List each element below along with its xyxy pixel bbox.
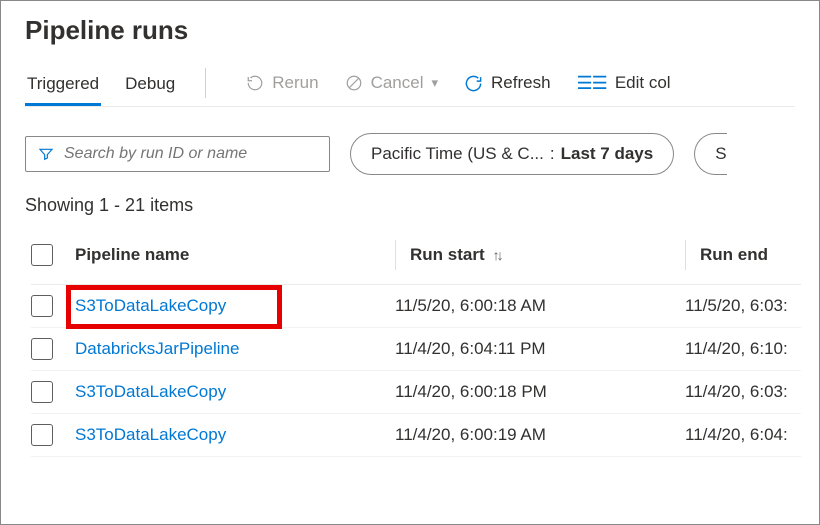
col-run-start[interactable]: Run start ↑↓ bbox=[395, 240, 685, 270]
extra-filter-text: S bbox=[715, 144, 726, 164]
refresh-icon bbox=[464, 74, 483, 93]
timezone-text: Pacific Time (US & C... bbox=[371, 144, 544, 164]
run-start-cell: 11/4/20, 6:00:18 PM bbox=[395, 382, 685, 402]
tabs-toolbar-row: Triggered Debug Rerun Cancel ▾ bbox=[25, 68, 795, 107]
col-run-start-label: Run start bbox=[410, 245, 485, 265]
time-range-filter[interactable]: Pacific Time (US & C... : Last 7 days bbox=[350, 133, 674, 175]
rerun-button[interactable]: Rerun bbox=[246, 73, 318, 93]
chevron-down-icon: ▾ bbox=[431, 75, 438, 91]
cancel-label: Cancel bbox=[371, 73, 424, 93]
tab-debug[interactable]: Debug bbox=[123, 68, 177, 106]
toolbar: Rerun Cancel ▾ Refresh bbox=[246, 73, 670, 102]
search-input[interactable] bbox=[64, 145, 317, 163]
table-header-row: Pipeline name Run start ↑↓ Run end bbox=[31, 240, 801, 285]
filter-icon bbox=[38, 146, 54, 162]
table-row: DatabricksJarPipeline 11/4/20, 6:04:11 P… bbox=[31, 328, 801, 371]
edit-columns-button[interactable]: ☰☰ Edit col bbox=[577, 73, 671, 94]
extra-filter[interactable]: S bbox=[694, 133, 726, 175]
rerun-icon bbox=[246, 74, 264, 92]
cancel-button[interactable]: Cancel ▾ bbox=[345, 73, 438, 93]
tab-triggered[interactable]: Triggered bbox=[25, 68, 101, 106]
runs-table: Pipeline name Run start ↑↓ Run end S3ToD… bbox=[31, 240, 801, 457]
run-end-cell: 11/4/20, 6:03: bbox=[685, 382, 801, 402]
pipeline-link[interactable]: S3ToDataLakeCopy bbox=[75, 296, 226, 315]
select-all-checkbox[interactable] bbox=[31, 244, 53, 266]
table-row: S3ToDataLakeCopy 11/4/20, 6:00:19 AM 11/… bbox=[31, 414, 801, 457]
search-box[interactable] bbox=[25, 136, 330, 172]
row-checkbox[interactable] bbox=[31, 338, 53, 360]
range-text: Last 7 days bbox=[561, 144, 654, 164]
run-end-cell: 11/4/20, 6:10: bbox=[685, 339, 801, 359]
run-start-cell: 11/5/20, 6:00:18 AM bbox=[395, 296, 685, 316]
refresh-button[interactable]: Refresh bbox=[464, 73, 551, 93]
edit-columns-label: Edit col bbox=[615, 73, 671, 93]
filter-row: Pacific Time (US & C... : Last 7 days S bbox=[25, 133, 795, 175]
col-run-end[interactable]: Run end bbox=[685, 240, 801, 270]
range-prefix: : bbox=[550, 144, 555, 164]
refresh-label: Refresh bbox=[491, 73, 551, 93]
pipeline-link[interactable]: S3ToDataLakeCopy bbox=[75, 425, 226, 444]
pipeline-link[interactable]: S3ToDataLakeCopy bbox=[75, 382, 226, 401]
col-pipeline-name[interactable]: Pipeline name bbox=[75, 245, 395, 265]
row-checkbox[interactable] bbox=[31, 381, 53, 403]
page-title: Pipeline runs bbox=[25, 15, 795, 46]
run-start-cell: 11/4/20, 6:04:11 PM bbox=[395, 339, 685, 359]
row-checkbox[interactable] bbox=[31, 424, 53, 446]
run-end-cell: 11/4/20, 6:04: bbox=[685, 425, 801, 445]
sort-icon: ↑↓ bbox=[493, 247, 501, 263]
pipeline-link[interactable]: DatabricksJarPipeline bbox=[75, 339, 239, 358]
run-end-cell: 11/5/20, 6:03: bbox=[685, 296, 801, 316]
rerun-label: Rerun bbox=[272, 73, 318, 93]
row-checkbox[interactable] bbox=[31, 295, 53, 317]
results-summary: Showing 1 - 21 items bbox=[25, 195, 795, 216]
cancel-icon bbox=[345, 74, 363, 92]
table-row: S3ToDataLakeCopy 11/5/20, 6:00:18 AM 11/… bbox=[31, 285, 801, 328]
divider bbox=[205, 68, 206, 98]
run-start-cell: 11/4/20, 6:00:19 AM bbox=[395, 425, 685, 445]
list-icon: ☰☰ bbox=[577, 73, 607, 94]
table-row: S3ToDataLakeCopy 11/4/20, 6:00:18 PM 11/… bbox=[31, 371, 801, 414]
